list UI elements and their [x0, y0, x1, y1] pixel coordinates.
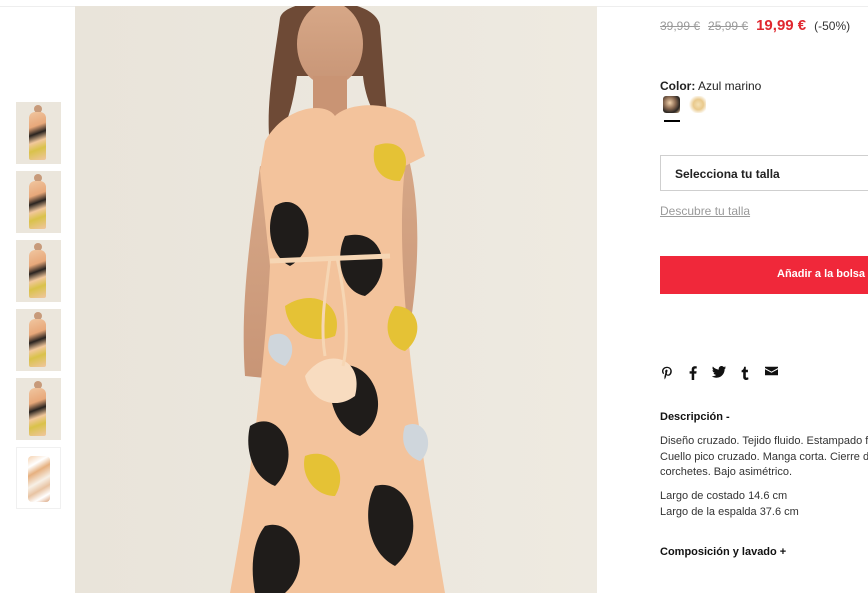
size-select-label: Selecciona tu talla [675, 167, 780, 181]
description-text: Diseño cruzado. Tejido fluido. Estampado… [660, 435, 868, 478]
measure-side-length: Largo de costado 14.6 cm [660, 490, 788, 502]
thumbnail-5[interactable] [16, 378, 61, 440]
selected-swatch-indicator [664, 120, 680, 122]
color-swatch-cream[interactable] [689, 96, 706, 113]
color-value: Azul marino [698, 79, 762, 93]
description-heading[interactable]: Descripción - [660, 411, 730, 423]
size-guide-link[interactable]: Descubre tu talla [660, 204, 750, 218]
thumbnail-3[interactable] [16, 240, 61, 302]
original-price-2: 25,99 € [708, 19, 749, 33]
twitter-icon[interactable] [712, 366, 726, 382]
add-to-bag-button[interactable]: Añadir a la bolsa [660, 256, 868, 294]
thumbnail-strip [16, 102, 61, 516]
color-label: Color: Azul marino [660, 79, 762, 93]
thumbnail-2[interactable] [16, 171, 61, 233]
facebook-icon[interactable] [686, 366, 700, 382]
email-icon[interactable] [764, 366, 778, 382]
pinterest-icon[interactable] [660, 366, 674, 382]
main-product-image[interactable] [75, 6, 597, 593]
thumbnail-1[interactable] [16, 102, 61, 164]
original-price-1: 39,99 € [660, 19, 701, 33]
composition-heading[interactable]: Composición y lavado + [660, 546, 786, 558]
measurements: Largo de costado 14.6 cm Largo de la esp… [660, 489, 799, 520]
add-to-bag-label: Añadir a la bolsa [777, 268, 866, 280]
current-price: 19,99 € [756, 17, 807, 34]
thumbnail-6[interactable] [16, 447, 61, 509]
color-swatch-navy[interactable] [663, 96, 680, 113]
discount-badge: (-50%) [814, 19, 851, 33]
size-select[interactable]: Selecciona tu talla [660, 155, 868, 191]
thumbnail-4[interactable] [16, 309, 61, 371]
price-block: 39,99 € 25,99 € 19,99 € (-50%) [660, 17, 850, 34]
tumblr-icon[interactable] [738, 366, 752, 382]
measure-back-length: Largo de la espalda 37.6 cm [660, 505, 799, 518]
